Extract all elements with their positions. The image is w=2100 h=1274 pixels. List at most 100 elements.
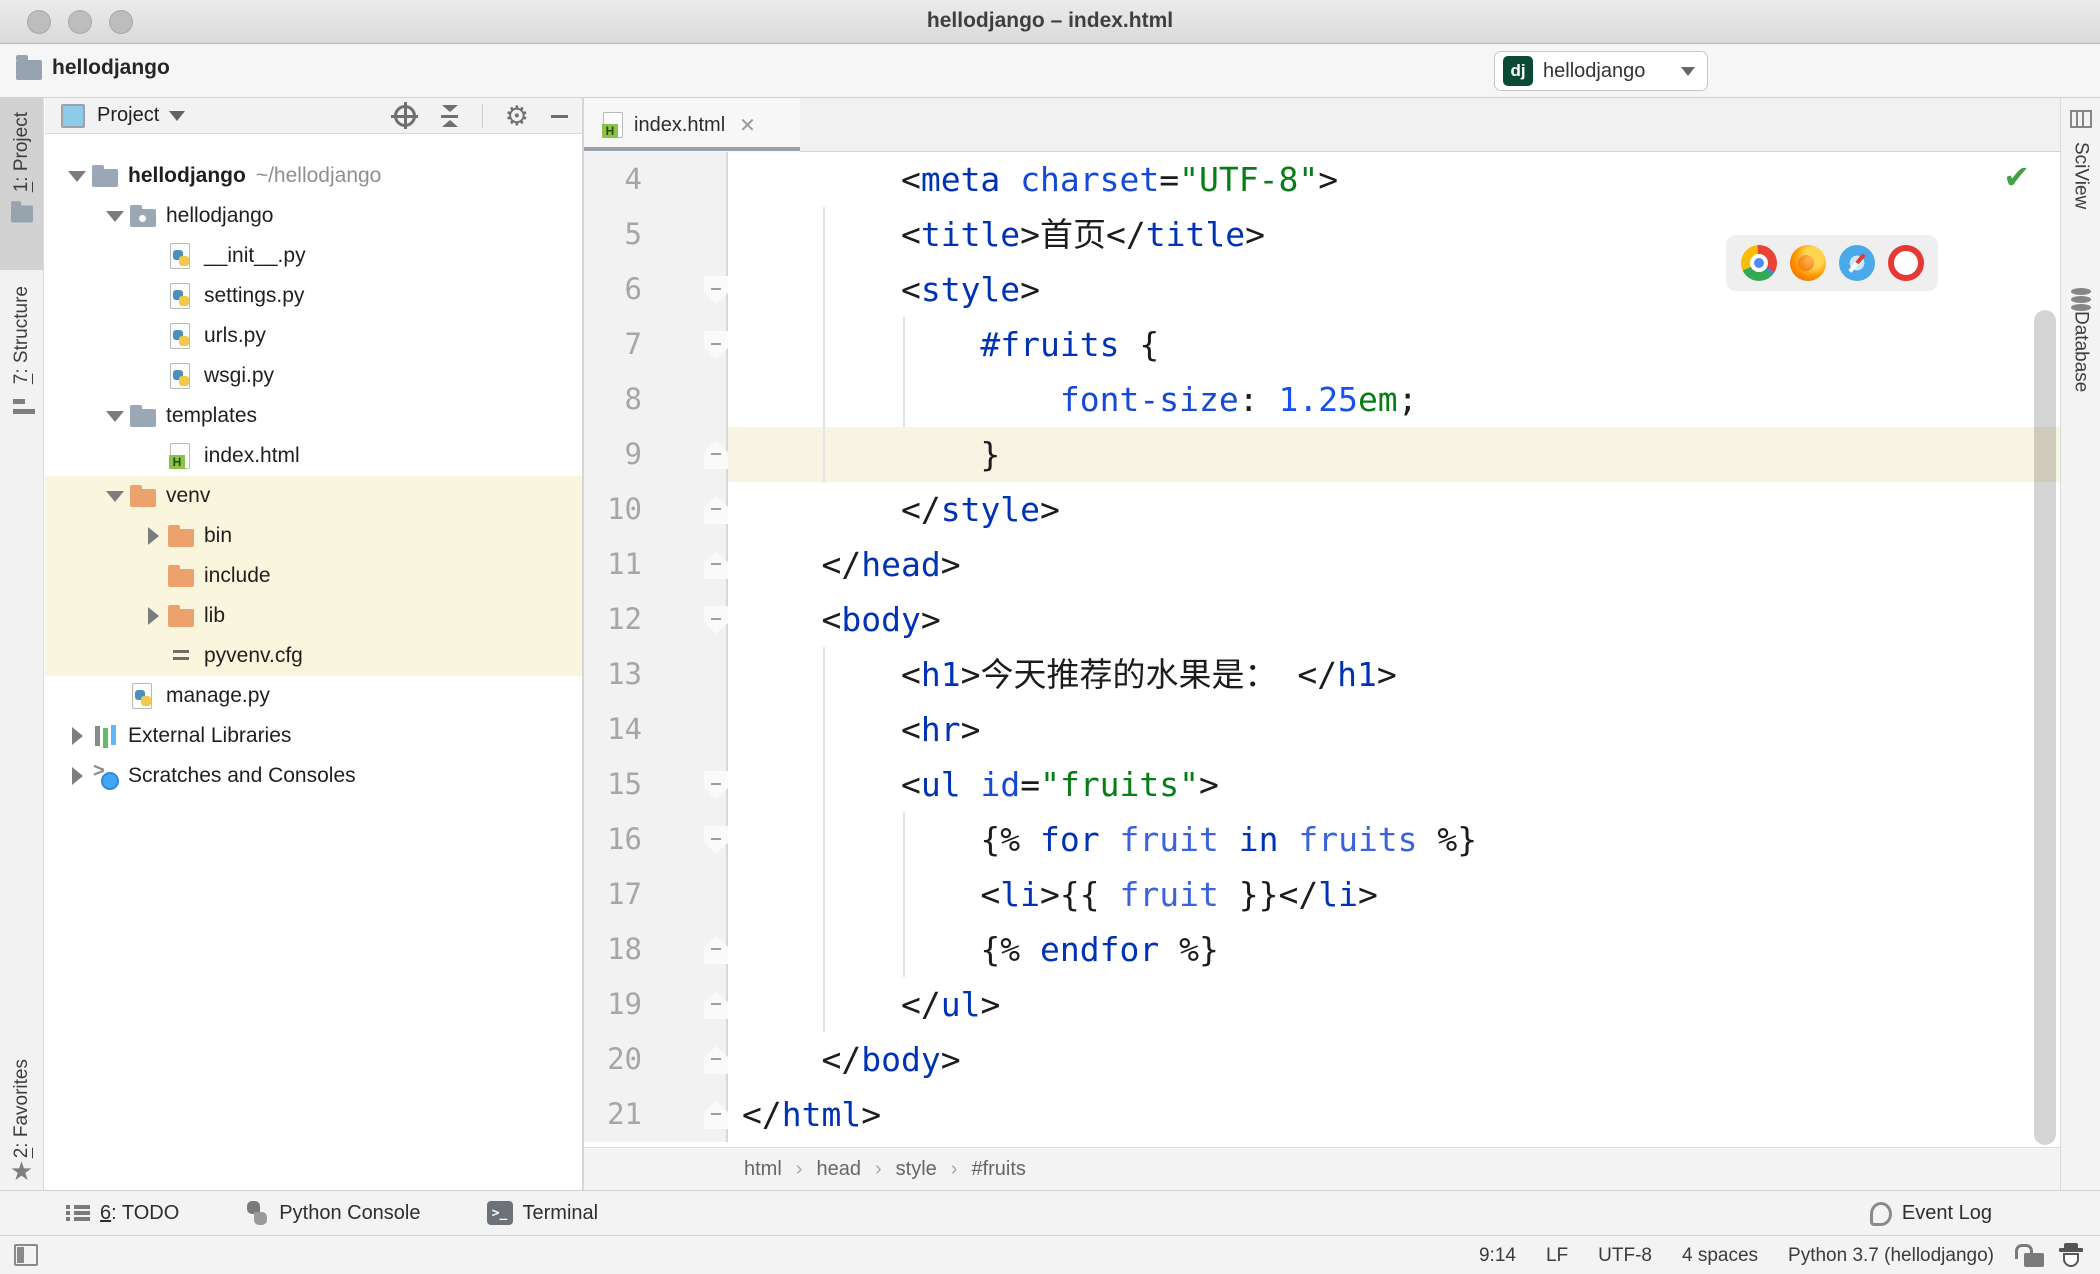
- code-editor[interactable]: 4 <meta charset="UTF-8"> 5 <title>首页</tit…: [584, 152, 2060, 1147]
- tree-item-include[interactable]: include: [45, 556, 582, 596]
- code-line-text[interactable]: {% endfor %}: [728, 922, 2060, 977]
- fold-end-icon[interactable]: [704, 1101, 728, 1129]
- code-line-text[interactable]: {% for fruit in fruits %}: [728, 812, 2060, 867]
- tool-button-favorites[interactable]: 2: Favorites ★: [0, 968, 43, 1184]
- breadcrumb-item-head[interactable]: head: [816, 1158, 861, 1181]
- line-separator[interactable]: LF: [1546, 1245, 1568, 1267]
- chevron-right-icon[interactable]: [63, 727, 91, 745]
- tool-button-python-console[interactable]: Python Console: [245, 1201, 421, 1225]
- code-line-text[interactable]: </style>: [728, 482, 2060, 537]
- code-line-text[interactable]: </html>: [728, 1087, 2060, 1142]
- code-line-text[interactable]: font-size: 1.25em;: [728, 372, 2060, 427]
- tool-button-label: Python Console: [279, 1201, 421, 1224]
- inspections-ok-icon[interactable]: ✔: [2003, 158, 2030, 196]
- event-log-button[interactable]: Event Log: [1869, 1191, 1992, 1236]
- fold-end-icon[interactable]: [704, 441, 728, 469]
- tree-item-hellodjango[interactable]: hellodjango: [45, 196, 582, 236]
- chevron-right-icon[interactable]: [139, 527, 167, 545]
- indent-style[interactable]: 4 spaces: [1682, 1245, 1758, 1267]
- chevron-down-icon[interactable]: [101, 490, 129, 502]
- tree-item-settings-py[interactable]: settings.py: [45, 276, 582, 316]
- firefox-icon[interactable]: [1789, 245, 1826, 281]
- gutter: 7: [584, 317, 728, 372]
- tree-item-templates[interactable]: templates: [45, 396, 582, 436]
- fold-start-icon[interactable]: [704, 606, 728, 634]
- fold-end-icon[interactable]: [704, 936, 728, 964]
- code-line-text[interactable]: <hr>: [728, 702, 2060, 757]
- code-line-text[interactable]: </ul>: [728, 977, 2060, 1032]
- tree-item-wsgi-py[interactable]: wsgi.py: [45, 356, 582, 396]
- code-line-text[interactable]: <body>: [728, 592, 2060, 647]
- locate-file-icon[interactable]: [390, 102, 418, 129]
- code-line-8: 8 font-size: 1.25em;: [584, 372, 2060, 427]
- code-line-14: 14 <hr>: [584, 702, 2060, 757]
- excluded-folder-icon: [167, 522, 195, 550]
- chevron-down-icon[interactable]: [101, 410, 129, 422]
- tool-button-sciview[interactable]: SciView: [2061, 110, 2100, 300]
- gear-icon[interactable]: ⚙: [505, 103, 529, 130]
- tool-window-toggle-icon[interactable]: [14, 1244, 38, 1266]
- fold-end-icon[interactable]: [704, 551, 728, 579]
- editor-scrollbar[interactable]: [2034, 310, 2056, 1145]
- tree-item-scratches-and-consoles[interactable]: Scratches and Consoles: [45, 756, 582, 796]
- tree-item-pyvenv-cfg[interactable]: pyvenv.cfg: [45, 636, 582, 676]
- collapse-all-icon[interactable]: [438, 105, 460, 127]
- navigation-bar[interactable]: hellodjango: [16, 54, 170, 80]
- breadcrumb-item-style[interactable]: style: [896, 1158, 937, 1181]
- file-encoding[interactable]: UTF-8: [1598, 1245, 1652, 1267]
- chevron-right-icon[interactable]: [139, 607, 167, 625]
- sciview-tool-icon: [2069, 110, 2092, 128]
- gutter: 21: [584, 1087, 728, 1142]
- tool-button-database[interactable]: Database: [2061, 288, 2100, 528]
- chevron-down-icon: [169, 110, 186, 121]
- tool-button-project-label: 1: Project: [10, 112, 32, 193]
- tree-item-external-libraries[interactable]: External Libraries: [45, 716, 582, 756]
- breadcrumb-item-html[interactable]: html: [744, 1158, 782, 1181]
- tool-button-todo[interactable]: 6: TODO: [66, 1202, 179, 1225]
- tool-button-structure[interactable]: 7: Structure: [0, 286, 43, 496]
- code-line-text[interactable]: #fruits {: [728, 317, 2060, 372]
- code-line-text[interactable]: </head>: [728, 537, 2060, 592]
- tree-item-manage-py[interactable]: manage.py: [45, 676, 582, 716]
- run-configuration-select[interactable]: dj hellodjango: [1494, 51, 1708, 91]
- opera-icon[interactable]: [1887, 245, 1924, 281]
- tool-button-terminal[interactable]: >_ Terminal: [486, 1201, 598, 1225]
- breadcrumb-item--fruits[interactable]: #fruits: [971, 1158, 1025, 1181]
- fold-end-icon[interactable]: [704, 1046, 728, 1074]
- fold-start-icon[interactable]: [704, 826, 728, 854]
- hide-panel-icon[interactable]: [551, 114, 568, 118]
- fold-start-icon[interactable]: [704, 276, 728, 304]
- close-icon[interactable]: ✕: [739, 113, 756, 138]
- tree-item--init-py[interactable]: __init__.py: [45, 236, 582, 276]
- tree-item-index-html[interactable]: Hindex.html: [45, 436, 582, 476]
- code-line-text[interactable]: <li>{{ fruit }}</li>: [728, 867, 2060, 922]
- code-line-text[interactable]: }: [728, 427, 2060, 482]
- fold-end-icon[interactable]: [704, 496, 728, 524]
- tab-index-html[interactable]: H index.html ✕: [584, 98, 800, 152]
- tree-item-lib[interactable]: lib: [45, 596, 582, 636]
- unlock-icon[interactable]: [2015, 1243, 2044, 1267]
- tree-item-hellodjango[interactable]: hellodjango ~/hellodjango: [45, 156, 582, 196]
- safari-icon[interactable]: [1838, 245, 1875, 281]
- chevron-down-icon[interactable]: [63, 170, 91, 182]
- tree-item-bin[interactable]: bin: [45, 516, 582, 556]
- chevron-right-icon[interactable]: [63, 767, 91, 785]
- tree-item-venv[interactable]: venv: [45, 476, 582, 516]
- fold-end-icon[interactable]: [704, 991, 728, 1019]
- project-panel-header[interactable]: Project ⚙: [45, 98, 582, 134]
- fold-start-icon[interactable]: [704, 771, 728, 799]
- code-line-text[interactable]: <meta charset="UTF-8">: [728, 152, 2060, 207]
- code-line-text[interactable]: <ul id="fruits">: [728, 757, 2060, 812]
- chrome-icon[interactable]: [1740, 245, 1777, 281]
- chevron-down-icon[interactable]: [101, 210, 129, 222]
- hector-inspector-icon[interactable]: [2058, 1243, 2084, 1269]
- python-interpreter[interactable]: Python 3.7 (hellodjango): [1788, 1245, 1994, 1267]
- code-line-text[interactable]: <h1>今天推荐的水果是： </h1>: [728, 647, 2060, 702]
- line-number: 9: [624, 437, 642, 471]
- tool-button-project[interactable]: 1: Project: [0, 98, 43, 270]
- fold-start-icon[interactable]: [704, 331, 728, 359]
- code-line-text[interactable]: </body>: [728, 1032, 2060, 1087]
- html-file-icon: H: [167, 442, 195, 470]
- tree-item-urls-py[interactable]: urls.py: [45, 316, 582, 356]
- caret-position[interactable]: 9:14: [1479, 1245, 1516, 1267]
